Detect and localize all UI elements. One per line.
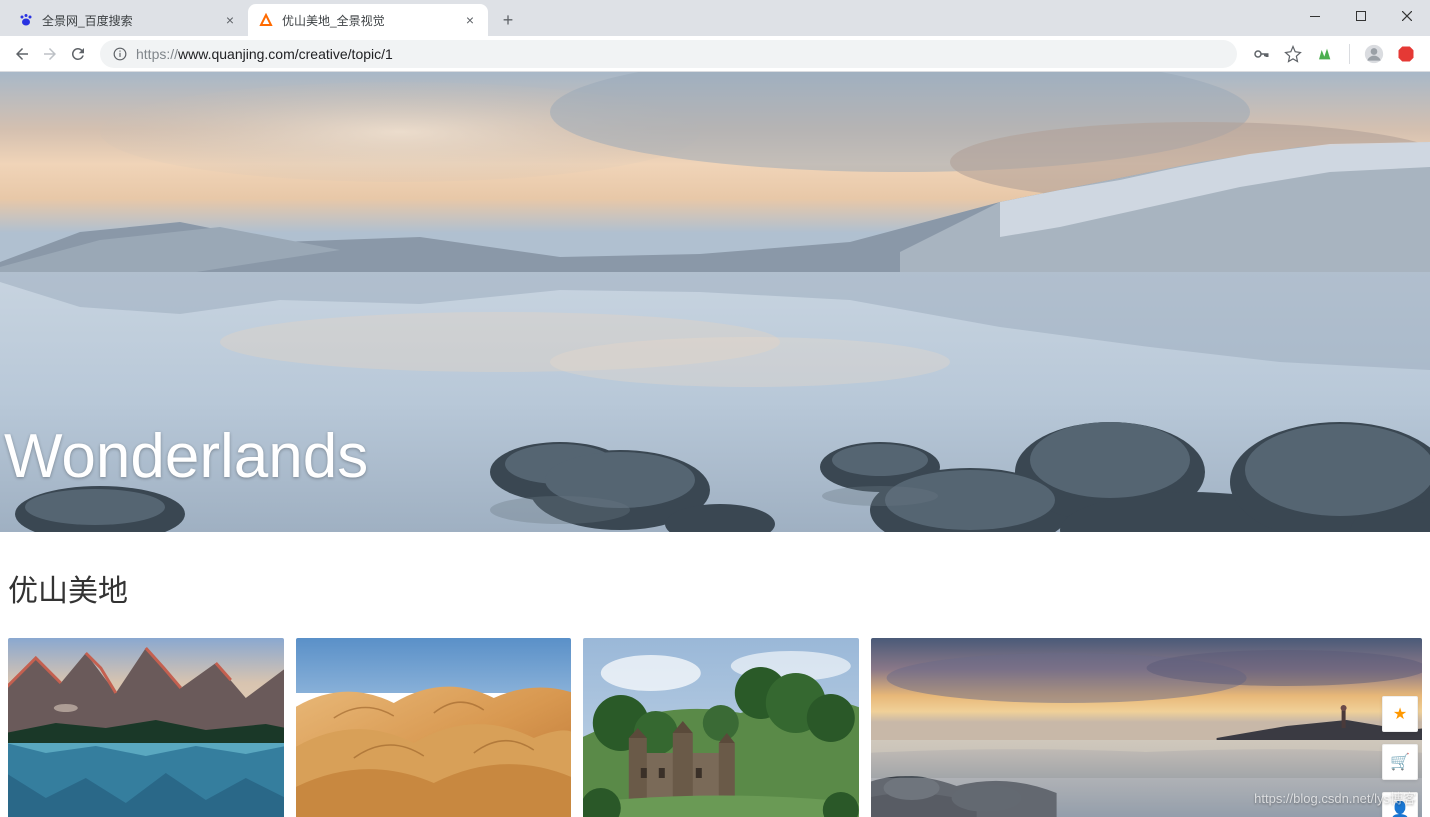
cart-button[interactable]: 🛒 (1382, 744, 1418, 780)
tab-baidu[interactable]: 全景网_百度搜索 × (8, 4, 248, 36)
cart-icon: 🛒 (1390, 752, 1410, 772)
star-icon: ★ (1393, 704, 1407, 724)
address-bar[interactable]: https://www.quanjing.com/creative/topic/… (100, 40, 1237, 68)
hero-banner: Wonderlands (0, 72, 1430, 532)
reload-button[interactable] (64, 40, 92, 68)
separator (1349, 44, 1350, 64)
window-controls (1292, 0, 1430, 32)
page-content: Wonderlands 优山美地 (0, 72, 1430, 817)
extension-icon[interactable] (1313, 42, 1337, 66)
float-actions: ★ 🛒 👤 ▲ (1382, 696, 1418, 817)
section-title: 优山美地 (0, 532, 1430, 610)
gallery-thumb-2[interactable] (296, 638, 572, 817)
tab-close-icon[interactable]: × (222, 12, 238, 28)
url-protocol: https://www.quanjing.com/creative/topic/… (136, 46, 393, 62)
tab-quanjing[interactable]: 优山美地_全景视觉 × (248, 4, 488, 36)
gallery (0, 610, 1430, 817)
toolbar: https://www.quanjing.com/creative/topic/… (0, 36, 1430, 72)
gallery-thumb-4[interactable] (871, 638, 1422, 817)
tab-title: 优山美地_全景视觉 (282, 12, 462, 29)
user-icon: 👤 (1390, 800, 1410, 817)
profile-avatar-icon[interactable] (1362, 42, 1386, 66)
site-info-icon[interactable] (112, 46, 128, 62)
tab-strip: 全景网_百度搜索 × 优山美地_全景视觉 × + (0, 0, 1430, 36)
quanjing-favicon-icon (258, 12, 274, 28)
maximize-button[interactable] (1338, 0, 1384, 32)
new-tab-button[interactable]: + (494, 6, 522, 34)
abp-extension-icon[interactable] (1394, 42, 1418, 66)
toolbar-right (1245, 42, 1422, 66)
user-button[interactable]: 👤 (1382, 792, 1418, 817)
hero-title: Wonderlands (4, 421, 368, 492)
forward-button[interactable] (36, 40, 64, 68)
saved-password-icon[interactable] (1249, 42, 1273, 66)
back-button[interactable] (8, 40, 36, 68)
close-button[interactable] (1384, 0, 1430, 32)
tab-title: 全景网_百度搜索 (42, 12, 222, 29)
baidu-favicon-icon (18, 12, 34, 28)
bookmark-star-icon[interactable] (1281, 42, 1305, 66)
favorite-button[interactable]: ★ (1382, 696, 1418, 732)
gallery-thumb-1[interactable] (8, 638, 284, 817)
browser-chrome: 全景网_百度搜索 × 优山美地_全景视觉 × + https://www.qua… (0, 0, 1430, 72)
minimize-button[interactable] (1292, 0, 1338, 32)
gallery-thumb-3[interactable] (583, 638, 859, 817)
tab-close-icon[interactable]: × (462, 12, 478, 28)
